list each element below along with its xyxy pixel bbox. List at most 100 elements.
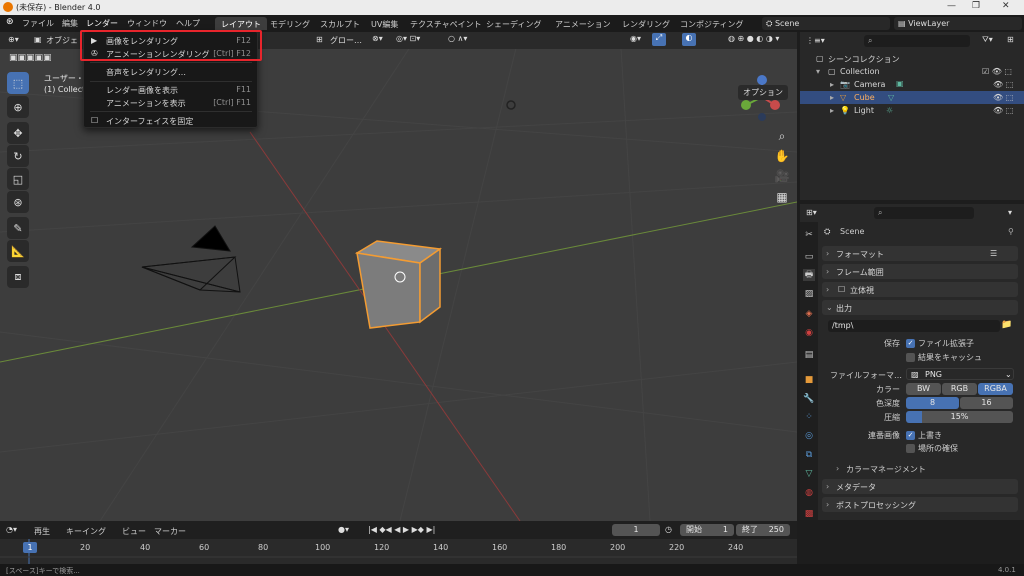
tab-layout[interactable]: レイアウト [215,17,267,30]
checkbox-icon[interactable]: ☐ [838,285,845,294]
keying-menu[interactable]: キーイング [66,526,106,537]
panel-format[interactable]: › フォーマット ☰ [822,246,1018,261]
menu-window[interactable]: ウィンドウ [127,18,167,29]
render-audio-item[interactable]: 音声をレンダリング… [84,65,257,78]
particles-tab-icon[interactable]: ⁘ [803,411,815,423]
placeholder-checkbox[interactable] [906,444,915,453]
transform-tool-icon[interactable]: ⊛ [7,191,29,213]
proportional-icon[interactable]: ○ ∧▾ [448,34,467,43]
menu-help[interactable]: ヘルプ [176,18,200,29]
editor-type-icon[interactable]: ⊕▾ [8,35,19,44]
tab-modeling[interactable]: モデリング [264,17,316,30]
add-cube-tool-icon[interactable]: ⧈ [7,266,29,288]
blender-menu-icon[interactable]: ⊛ [6,17,14,27]
view-menu[interactable]: ビュー [122,526,146,537]
cursor-tool-icon[interactable]: ⊕ [7,96,29,118]
material-tab-icon[interactable]: ◍ [803,487,815,499]
view-render-item[interactable]: レンダー画像を表示 F11 [84,83,257,96]
zoom-icon[interactable]: ⌕ [771,126,793,146]
scene-tab-icon[interactable]: ◈ [803,308,815,320]
render-tab-icon[interactable]: ▭ [803,251,815,263]
output-path-input[interactable]: /tmp\ [828,320,1000,332]
pin-icon[interactable]: ⚲ [1008,227,1014,236]
properties-search-input[interactable]: ⌕ [874,207,974,219]
color-management-subpanel[interactable]: カラーマネージメント [846,464,926,475]
overwrite-checkbox[interactable]: ✓ [906,431,915,440]
visibility-icons[interactable]: 👁 ⬚ [993,106,1013,115]
playback-menu[interactable]: 再生 [34,526,50,537]
filter-icon[interactable]: ⛛▾ [982,35,993,45]
outliner-scene-collection[interactable]: ▢ シーンコレクション [800,52,1024,65]
playhead[interactable]: 1 [23,542,37,553]
tab-shading[interactable]: シェーディング [480,17,547,30]
visibility-icon[interactable]: ◉▾ [630,34,641,43]
tab-compositing[interactable]: コンポジティング [674,17,750,30]
tab-rendering[interactable]: レンダリング [616,17,676,30]
clock-icon[interactable]: ◷ [665,525,672,534]
transform-orientation-dropdown[interactable]: グロー… [330,35,362,46]
marker-menu[interactable]: マーカー [154,526,186,537]
tab-uv[interactable]: UV編集 [365,17,404,30]
outliner-search-input[interactable]: ⌕ [864,35,970,47]
constraints-tab-icon[interactable]: ⧉ [803,449,815,461]
select-tool-icon[interactable]: ⬚ [7,72,29,94]
shading-modes-icon[interactable]: ◍ ⊕ ● ◐ ◑ ▾ [728,34,779,43]
color-rgba-button[interactable]: RGBA [978,383,1013,395]
panel-metadata[interactable]: › メタデータ [822,479,1018,494]
depth-8-button[interactable]: 8 [906,397,959,409]
snap-icon[interactable]: ◎▾ ⊡▾ [396,34,420,43]
data-tab-icon[interactable]: ▽ [803,468,815,480]
view-animation-item[interactable]: アニメーションを表示 [Ctrl] F11 [84,96,257,109]
visibility-icons[interactable]: 👁 ⬚ [993,93,1013,102]
depth-16-button[interactable]: 16 [960,397,1013,409]
collection-tab-icon[interactable]: ▤ [803,349,815,361]
compression-slider[interactable]: 15% [906,411,1013,423]
move-tool-icon[interactable]: ✥ [7,122,29,144]
mode-dropdown[interactable]: オブジェ [46,35,78,46]
scale-tool-icon[interactable]: ◱ [7,168,29,190]
expand-icon[interactable]: ▸ [830,93,834,102]
menu-file[interactable]: ファイル [22,18,54,29]
list-icon[interactable]: ☰ [990,249,997,258]
playback-controls-icon[interactable]: |◀ ◆◀ ◀ ▶ ▶◆ ▶| [368,525,435,534]
maximize-button[interactable]: ❐ [972,1,980,11]
panel-post-processing[interactable]: › ポストプロセッシング [822,497,1018,512]
pan-hand-icon[interactable]: ✋ [771,146,793,166]
options-dropdown[interactable]: オプション [738,85,788,100]
panel-output[interactable]: ⌄ 出力 [822,300,1018,315]
visibility-icons[interactable]: ☑ 👁 ⬚ [982,67,1012,76]
texture-tab-icon[interactable]: ▩ [803,508,815,520]
tool-tab-icon[interactable]: ✂ [803,229,815,241]
chevron-right-icon[interactable]: › [836,464,839,473]
color-rgb-button[interactable]: RGB [942,383,977,395]
record-icon[interactable]: ●▾ [338,525,349,534]
measure-tool-icon[interactable]: 📐 [7,240,29,262]
rotate-tool-icon[interactable]: ↻ [7,145,29,167]
clock-icon[interactable]: ◔▾ [6,525,17,534]
folder-icon[interactable]: 📁 [1001,320,1012,330]
tab-animation[interactable]: アニメーション [549,17,617,30]
tab-sculpt[interactable]: スカルプト [314,17,366,30]
physics-tab-icon[interactable]: ◎ [803,430,815,442]
panel-frame-range[interactable]: › フレーム範囲 [822,264,1018,279]
view-layer-selector[interactable]: ▤ ViewLayer [894,17,1022,30]
lock-interface-item[interactable]: ☐ インターフェイスを固定 [84,114,257,127]
current-frame-field[interactable]: 1 [612,524,660,536]
modifier-tab-icon[interactable]: 🔧 [803,393,815,405]
outliner-type-icon[interactable]: ⋮≡▾ [806,36,825,45]
cache-result-checkbox[interactable] [906,353,915,362]
menu-render[interactable]: レンダー [86,18,118,29]
end-frame-field[interactable]: 終了 250 [736,524,790,536]
output-tab-icon[interactable]: 🖶 [803,269,815,281]
overlay-toggle-icon[interactable]: ◐ [682,33,696,46]
scene-selector[interactable]: ⛭ Scene [762,17,890,30]
minimize-button[interactable]: — [947,1,956,11]
view-layer-tab-icon[interactable]: ▨ [803,288,815,300]
properties-type-icon[interactable]: ⊞▾ [806,208,817,217]
object-tab-icon[interactable]: ■ [803,374,815,386]
start-frame-field[interactable]: 開始 1 [680,524,734,536]
menu-edit[interactable]: 編集 [62,18,78,29]
new-collection-icon[interactable]: ⊞ [1007,35,1014,44]
expand-icon[interactable]: ▸ [830,106,834,115]
outliner-item-camera[interactable]: ▸ 📷 Camera ▣ 👁 ⬚ [800,78,1024,91]
